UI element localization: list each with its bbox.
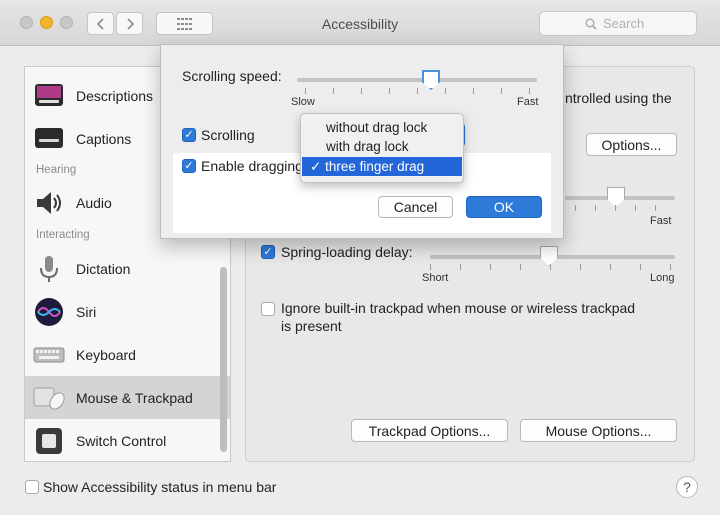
drag-mode-menu: without drag lock with drag lock ✓ three… (300, 113, 464, 183)
sidebar-item-label: Switch Control (76, 432, 167, 449)
checkmark-icon: ✓ (184, 160, 194, 172)
ignore-trackpad-label-line1: Ignore built-in trackpad when mouse or w… (281, 300, 636, 316)
speaker-icon (37, 191, 61, 214)
descriptions-icon (35, 83, 63, 106)
menu-item-label: three finger drag (325, 159, 425, 174)
status-menu-label: Show Accessibility status in menu bar (43, 479, 277, 495)
help-icon: ? (683, 479, 691, 495)
sidebar-item-dictation[interactable]: Dictation (25, 247, 230, 290)
spring-loading-max-label: Long (650, 272, 675, 284)
mouse-options-button[interactable]: Mouse Options... (520, 419, 677, 442)
spring-loading-label: Spring-loading delay: (281, 244, 413, 260)
captions-icon (35, 127, 63, 148)
scrolling-speed-slider[interactable] (297, 78, 537, 82)
microphone-icon (40, 255, 58, 282)
sidebar-item-label: Descriptions (76, 87, 154, 104)
sidebar-item-keyboard[interactable]: Keyboard (25, 333, 230, 376)
sidebar-item-siri[interactable]: Siri (25, 290, 230, 333)
sidebar-item-switch-control[interactable]: Switch Control (25, 419, 230, 461)
scrolling-speed-min-label: Slow (291, 96, 315, 108)
status-menu-checkbox[interactable] (25, 480, 39, 494)
sidebar-item-label: Keyboard (76, 346, 136, 363)
siri-icon (35, 297, 63, 326)
options-button[interactable]: Options... (586, 133, 677, 156)
sidebar-item-label: Audio (76, 194, 112, 211)
spring-loading-ticks (430, 264, 675, 272)
section-header-interacting: Interacting (36, 229, 90, 241)
sidebar-item-mouse-trackpad[interactable]: Mouse & Trackpad (25, 376, 230, 419)
trackpad-options-button[interactable]: Trackpad Options... (351, 419, 508, 442)
checkmark-icon: ✓ (263, 246, 273, 258)
menu-item-three-finger-drag[interactable]: ✓ three finger drag (302, 157, 462, 176)
cancel-button[interactable]: Cancel (378, 196, 453, 218)
enable-dragging-label: Enable dragging (201, 158, 303, 174)
scrolling-speed-label: Scrolling speed: (182, 68, 282, 84)
sidebar-item-label: Mouse & Trackpad (76, 389, 193, 406)
spring-loading-min-label: Short (422, 272, 449, 284)
search-field[interactable]: Search (539, 11, 697, 36)
enable-dragging-checkbox[interactable]: ✓ (182, 159, 196, 173)
ignore-trackpad-label-line2: is present (281, 318, 342, 334)
sidebar-item-label: Captions (76, 130, 132, 147)
sidebar-item-label: Dictation (76, 260, 131, 277)
switch-control-icon (36, 427, 62, 454)
preferences-window: Accessibility Search Descriptions Captio… (0, 0, 720, 515)
scrolling-speed-max-label: Fast (517, 96, 539, 108)
ignore-trackpad-checkbox[interactable] (261, 302, 275, 316)
double-click-fast-label: Fast (650, 215, 672, 227)
spring-loading-checkbox[interactable]: ✓ (261, 245, 275, 259)
scrolling-label: Scrolling (201, 127, 255, 143)
sidebar-item-label: Siri (76, 303, 97, 320)
menu-item-without-drag-lock[interactable]: without drag lock (302, 118, 462, 137)
checkmark-icon: ✓ (310, 159, 326, 174)
double-click-speed-ticks (565, 205, 675, 213)
checkmark-icon: ✓ (184, 129, 194, 141)
controlled-text: ntrolled using the (565, 90, 672, 106)
keyboard-icon (33, 347, 65, 362)
mouse-trackpad-icon (33, 387, 65, 410)
help-button[interactable]: ? (676, 476, 698, 498)
sidebar-scrollbar[interactable] (220, 267, 227, 452)
title-bar: Accessibility Search (0, 0, 720, 46)
menu-item-with-drag-lock[interactable]: with drag lock (302, 137, 462, 156)
scrolling-speed-ticks (297, 88, 537, 96)
search-icon (585, 18, 597, 30)
search-placeholder: Search (603, 16, 645, 31)
scrolling-checkbox[interactable]: ✓ (182, 128, 196, 142)
section-header-hearing: Hearing (36, 164, 77, 176)
ok-button[interactable]: OK (466, 196, 542, 218)
